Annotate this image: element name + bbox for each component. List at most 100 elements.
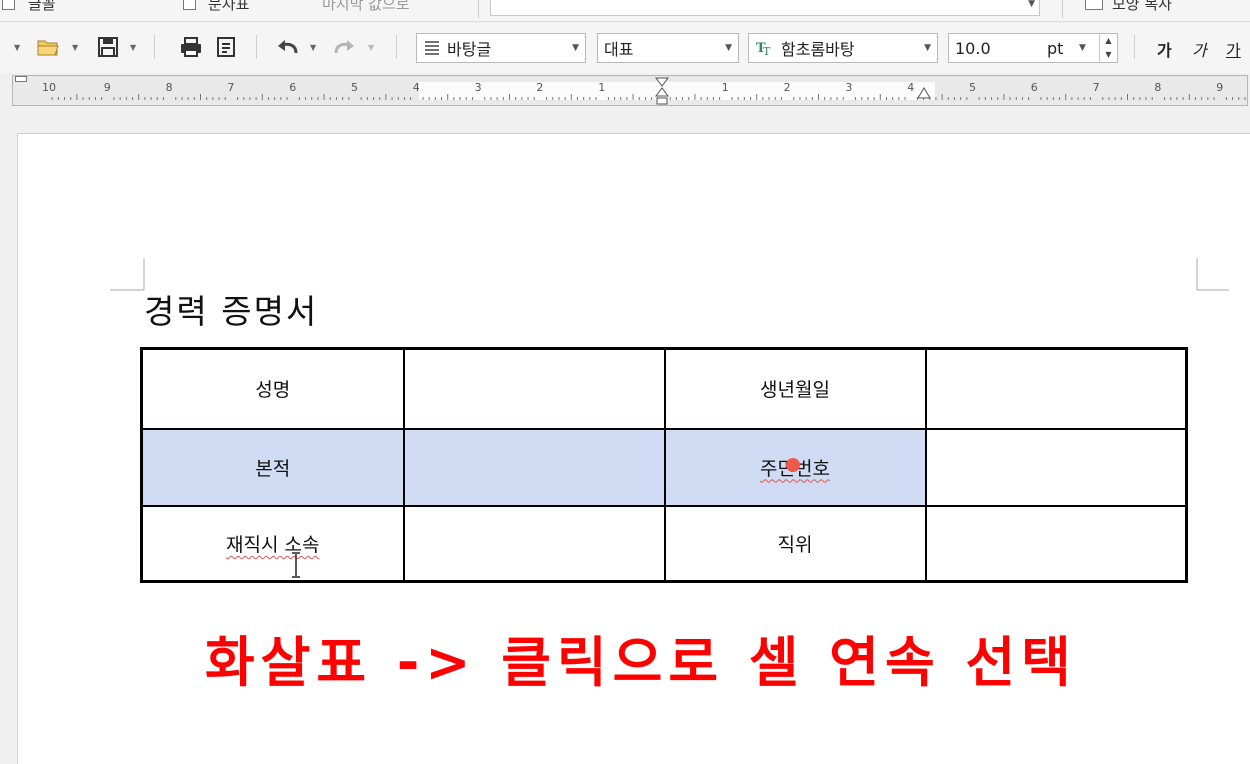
hwp-editor-window: 글꼴 문자표 마지막 값으로 ▼ 모양 복사 ▼ ▼ ▼ ▼ ▼ 바탕글 ▼ 대… [0,0,1250,764]
top-toolbar-strip: 글꼴 문자표 마지막 값으로 ▼ 모양 복사 [0,0,1250,22]
print-button[interactable] [177,33,205,61]
table-cell-position-value[interactable] [924,504,1188,583]
table-row: 성명 생년월일 [140,347,1188,430]
workspace-margin [0,107,1250,133]
toolbar-divider [478,0,479,18]
spin-up-icon[interactable]: ▲ [1100,34,1117,48]
page-corner-mark [110,258,145,291]
chevron-down-icon[interactable]: ▼ [72,43,78,52]
save-disk-icon [98,37,118,57]
table-cell-birthdate-value[interactable] [924,347,1188,430]
ruler-number: 6 [1030,81,1038,94]
redo-icon [334,40,354,54]
left-margin-marker[interactable] [15,76,27,82]
text-cursor-icon [292,552,300,578]
ruler-number: 1 [721,81,729,94]
chevron-down-icon[interactable]: ▼ [310,43,316,52]
top-toolbar-item-1[interactable]: 글꼴 [28,0,56,14]
font-size-spinner[interactable]: ▲ ▼ [1099,34,1117,62]
chevron-down-icon[interactable]: ▼ [14,43,20,52]
page-corner-mark [1196,258,1229,291]
certificate-table[interactable]: 성명 생년월일 본적 주민번호 재직시 소속 직위 [140,347,1188,583]
chevron-down-icon: ▼ [1028,0,1035,9]
ruler-number: 9 [1216,81,1224,94]
ruler-ticks [51,94,1246,100]
paragraph-style-value: 바탕글 [447,40,492,59]
click-indicator-dot [786,458,800,472]
chevron-down-icon: ▼ [572,43,579,53]
chevron-down-icon: ▼ [924,43,931,53]
italic-button[interactable]: 가 [1192,37,1207,61]
checkbox-icon[interactable] [183,0,196,10]
ruler-number: 3 [474,81,482,94]
toolbar-divider [1062,0,1063,18]
chevron-down-icon[interactable]: ▼ [368,43,374,52]
save-button[interactable] [94,33,122,61]
table-cell-department-value[interactable] [402,504,666,583]
font-size-value[interactable]: 10.0 [949,39,991,58]
redo-button[interactable] [330,33,358,61]
toolbar-divider [1134,35,1135,59]
font-name-combo[interactable]: T T 함초롬바탕 ▼ [748,33,938,63]
open-folder-button[interactable] [34,33,62,61]
language-value: 대표 [604,40,634,59]
ruler-number: 4 [412,81,420,94]
table-cell-department-label[interactable]: 재직시 소속 [140,504,405,583]
ruler-number: 8 [165,81,173,94]
print-preview-icon [217,37,235,57]
chevron-down-icon: ▼ [725,43,732,53]
top-toolbar-item-4[interactable]: 모양 복사 [1112,0,1172,14]
font-size-unit: pt [1047,39,1064,58]
ruler-number: 1 [598,81,606,94]
checkbox-icon[interactable] [2,0,15,10]
svg-text:T: T [763,45,771,57]
top-toolbar-item-2[interactable]: 문자표 [208,0,249,14]
table-cell-resident-number-value[interactable] [924,427,1188,507]
chevron-down-icon[interactable]: ▼ [130,43,136,52]
font-size-combo[interactable]: 10.0 pt ▼ ▲ ▼ [948,33,1118,63]
department-label-text: 재직시 소속 [226,533,320,556]
paragraph-style-icon [423,39,441,57]
preview-button[interactable] [212,33,240,61]
font-name-value: 함초롬바탕 [781,40,855,59]
table-cell-position-label[interactable]: 직위 [663,504,927,583]
formatting-toolbar: ▼ ▼ ▼ ▼ ▼ 바탕글 ▼ 대표 ▼ T T 함초롬바탕 ▼ 10.0 pt… [0,23,1250,73]
ruler-number: 5 [969,81,976,94]
format-copy-icon[interactable] [1085,0,1103,10]
ruler-number: 3 [845,81,853,94]
ruler-number: 7 [227,81,235,94]
truetype-font-icon: T T [755,39,775,57]
toolbar-divider [154,35,155,59]
toolbar-divider [396,35,397,59]
language-combo[interactable]: 대표 ▼ [597,33,739,63]
ruler-number: 9 [103,81,111,94]
ruler-number: 10 [42,81,56,94]
toolbar-divider [256,35,257,59]
printer-icon [181,37,201,57]
undo-button[interactable] [274,33,302,61]
ruler-number: 7 [1092,81,1100,94]
ruler-number: 8 [1154,81,1162,94]
table-row: 본적 주민번호 [140,427,1188,507]
ruler-number: 4 [907,81,915,94]
document-title[interactable]: 경력 증명서 [144,285,318,333]
table-cell-name-value[interactable] [402,347,666,430]
table-cell-birthdate-label[interactable]: 생년월일 [663,347,927,430]
ruler-number: 2 [783,81,791,94]
undo-icon [278,40,298,54]
table-cell-domicile-value[interactable] [402,427,666,507]
underline-button[interactable]: 가 [1226,37,1241,61]
spin-down-icon[interactable]: ▼ [1100,48,1117,62]
ruler-number: 2 [536,81,544,94]
top-toolbar-item-3[interactable]: 마지막 값으로 [322,0,410,14]
paragraph-style-combo[interactable]: 바탕글 ▼ [416,33,586,63]
table-cell-name-label[interactable]: 성명 [140,347,405,430]
horizontal-ruler[interactable]: 10 9 8 7 6 5 4 3 2 1 1 2 3 4 5 6 7 8 9 [12,75,1248,106]
table-cell-domicile-label[interactable]: 본적 [140,427,405,507]
bold-button[interactable]: 가 [1157,37,1172,61]
ruler-number: 6 [289,81,297,94]
top-combo-field[interactable]: ▼ [490,0,1040,16]
chevron-down-icon[interactable]: ▼ [1079,43,1086,53]
folder-icon [37,40,59,56]
ruler-number: 5 [351,81,358,94]
